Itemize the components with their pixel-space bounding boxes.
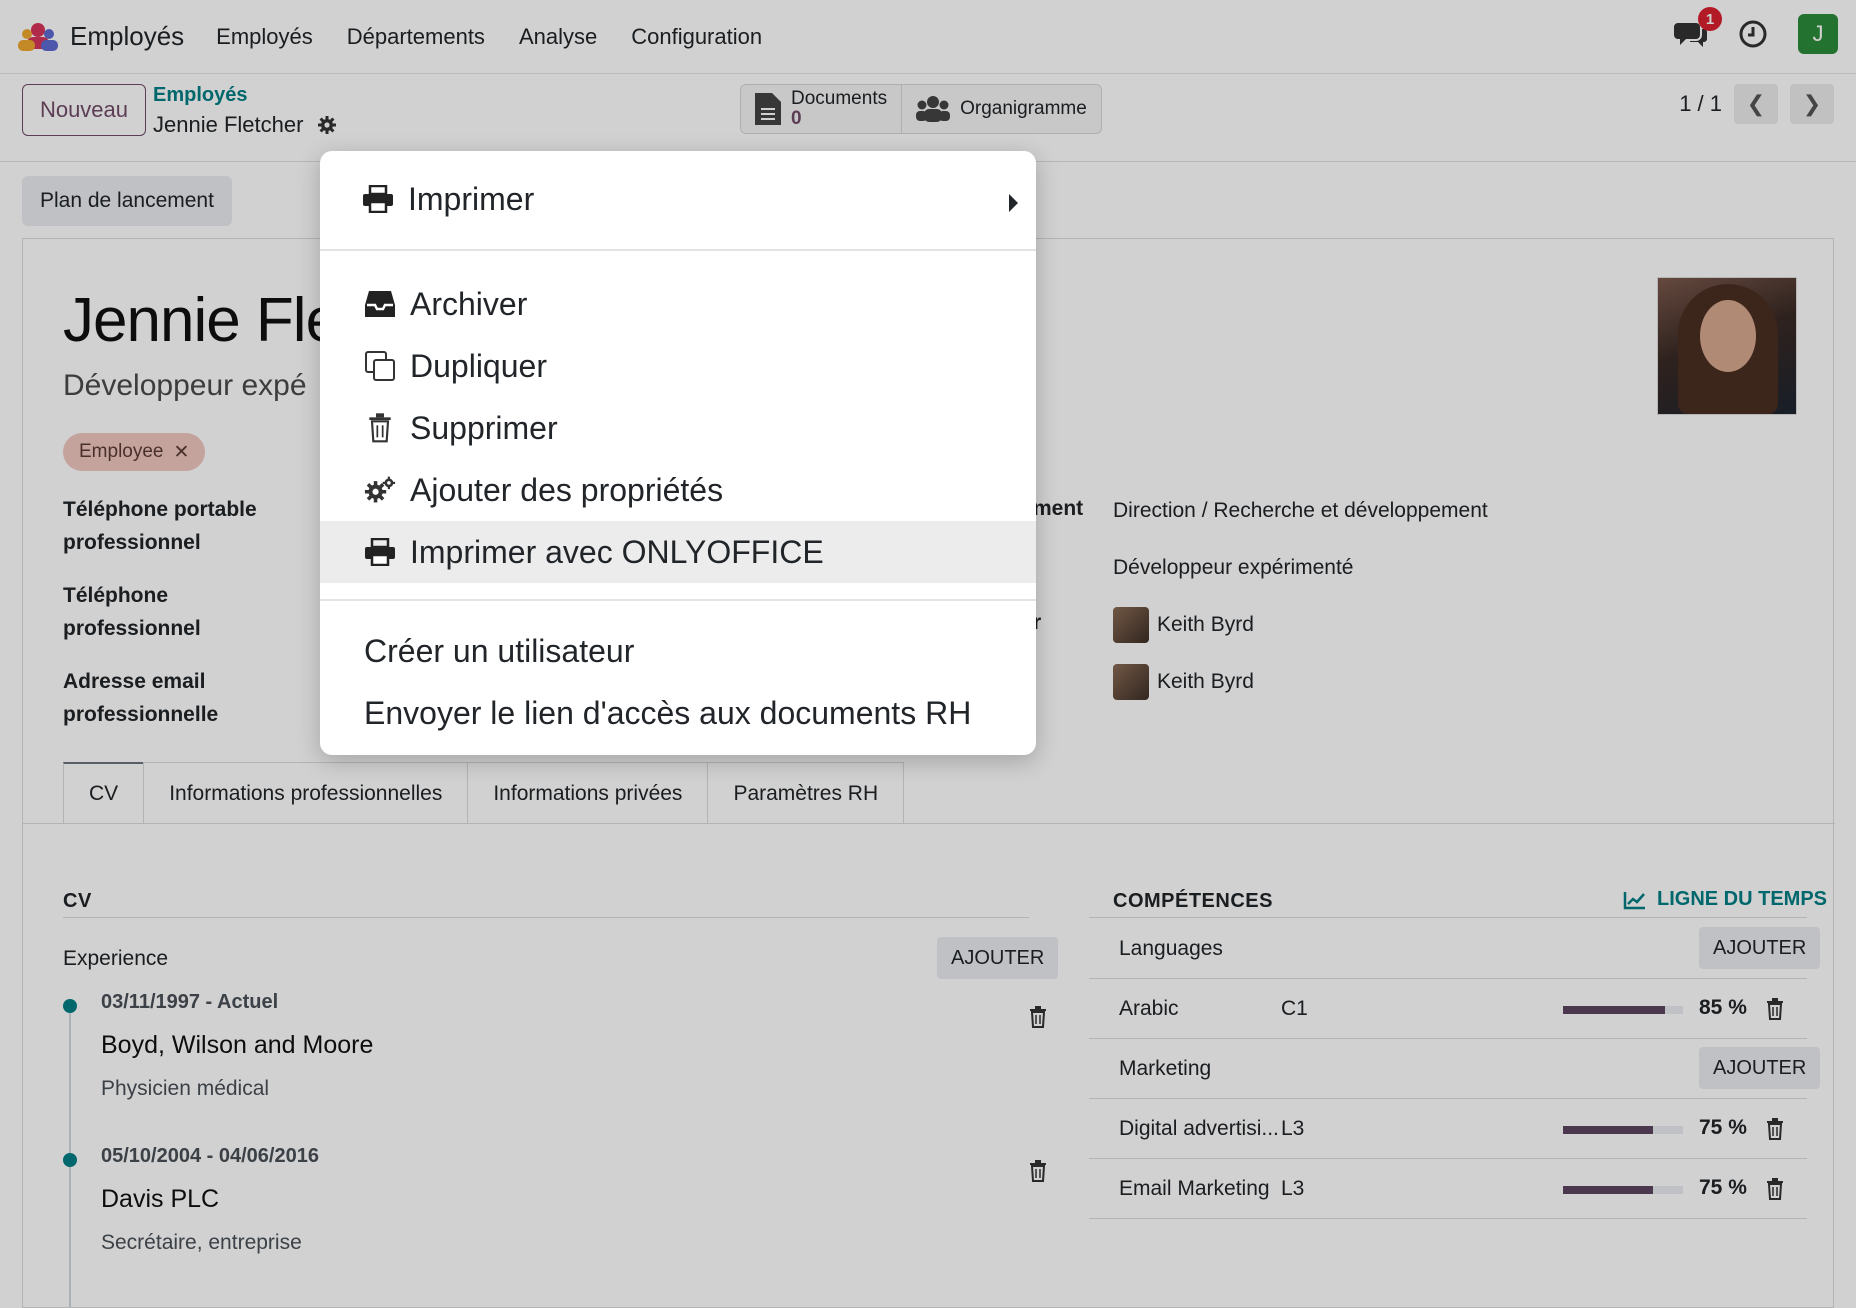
menu-item-print-label: Imprimer (408, 180, 535, 217)
menu-separator (320, 599, 1036, 601)
menu-item-duplicate[interactable]: Dupliquer (320, 335, 1036, 397)
gears-icon (364, 474, 396, 506)
trash-icon (364, 412, 396, 444)
menu-item-print[interactable]: Imprimer (320, 168, 1036, 230)
menu-separator (320, 249, 1036, 251)
menu-item-print-onlyoffice[interactable]: Imprimer avec ONLYOFFICE (320, 521, 1036, 583)
copy-icon (364, 350, 396, 382)
menu-item-create-user[interactable]: Créer un utilisateur (364, 633, 634, 670)
menu-item-add-properties-label: Ajouter des propriétés (410, 471, 724, 508)
menu-item-print-onlyoffice-label: Imprimer avec ONLYOFFICE (410, 533, 824, 570)
inbox-icon (364, 288, 396, 320)
menu-item-archive-label: Archiver (410, 285, 528, 322)
printer-icon (362, 183, 394, 215)
menu-item-delete[interactable]: Supprimer (320, 397, 1036, 459)
actions-dropdown-menu: Imprimer Archiver Dupliquer Supprimer Aj… (320, 151, 1036, 755)
menu-item-send-hr-documents-link[interactable]: Envoyer le lien d'accès aux documents RH (364, 695, 971, 732)
caret-right-icon (1009, 194, 1018, 212)
menu-item-add-properties[interactable]: Ajouter des propriétés (320, 459, 1036, 521)
printer-icon (364, 536, 396, 568)
menu-item-delete-label: Supprimer (410, 409, 558, 446)
menu-item-duplicate-label: Dupliquer (410, 347, 547, 384)
menu-item-archive[interactable]: Archiver (320, 273, 1036, 335)
